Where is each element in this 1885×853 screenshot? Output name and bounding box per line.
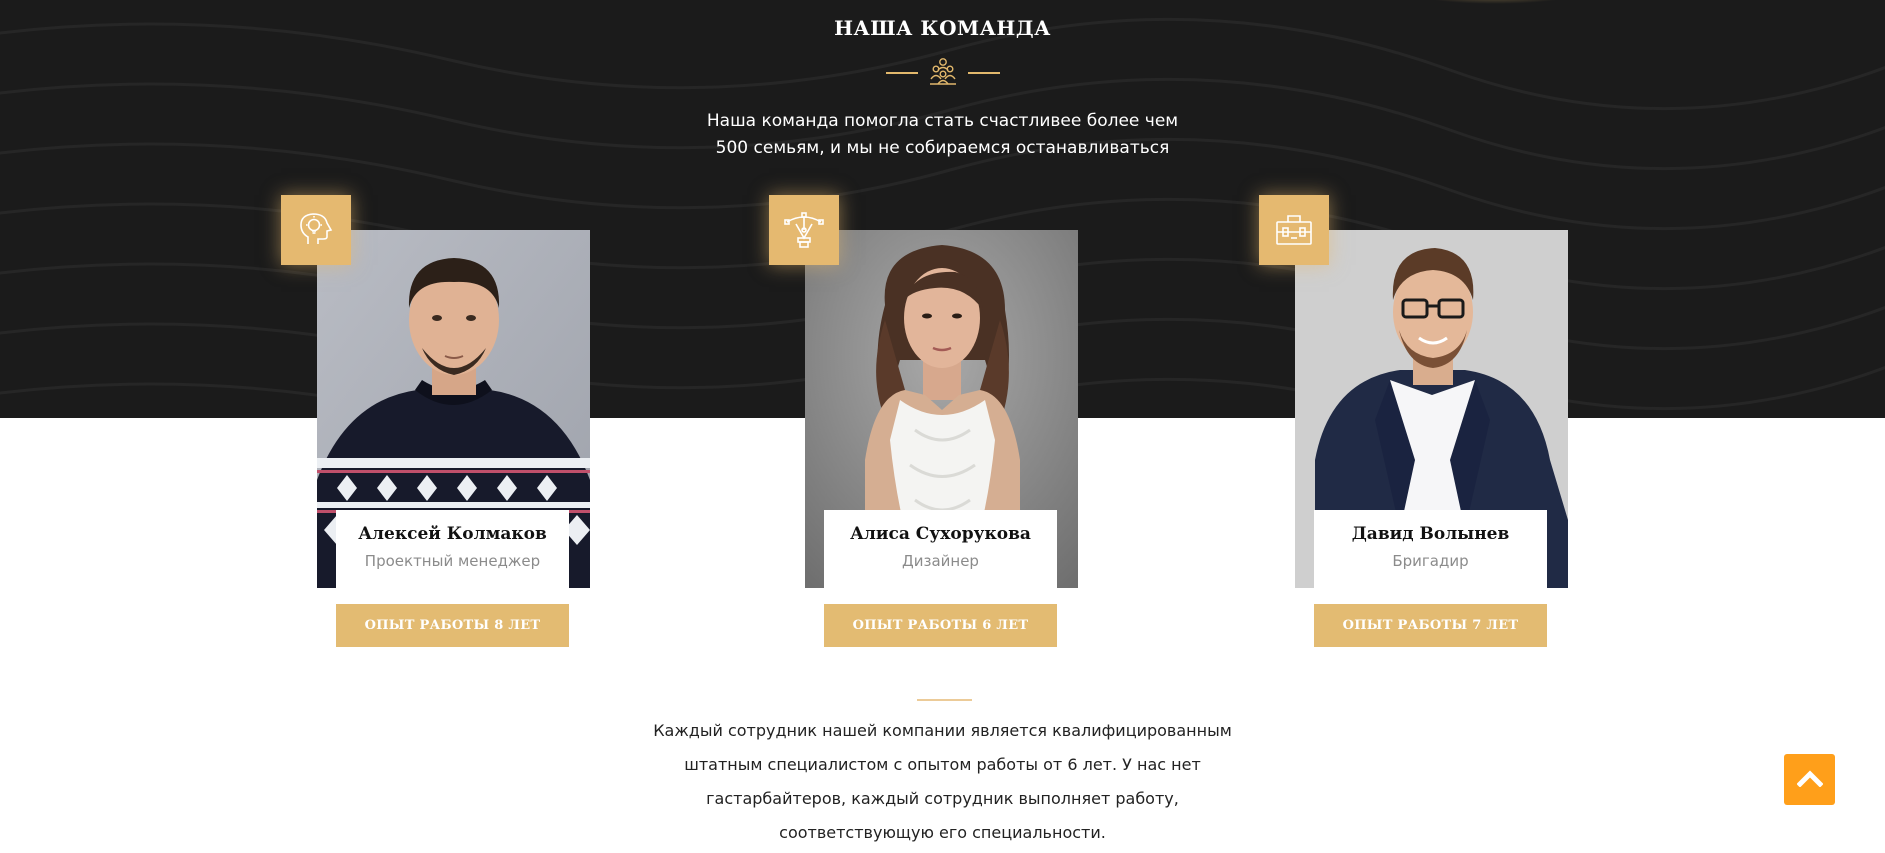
team-description: Каждый сотрудник нашей компании является…: [0, 714, 1885, 850]
member-role: Бригадир: [1392, 552, 1469, 570]
experience-button[interactable]: ОПЫТ РАБОТЫ 6 ЛЕТ: [824, 604, 1057, 647]
team-card-alisa: Алиса Сухорукова Дизайнер ОПЫТ РАБОТЫ 6 …: [769, 195, 1078, 647]
divider-line-right: [967, 72, 1000, 74]
description-line: гастарбайтеров, каждый сотрудник выполня…: [706, 789, 1179, 808]
subtitle-line: Наша команда помогла стать счастливее бо…: [706, 111, 1179, 131]
team-group-icon: [928, 56, 958, 90]
section-title: НАША КОМАНДА: [834, 16, 1051, 40]
member-name: Алексей Колмаков: [358, 524, 547, 544]
team-card-aleksey: Алексей Колмаков Проектный менеджер ОПЫТ…: [281, 195, 590, 647]
member-role: Дизайнер: [902, 552, 979, 570]
top-glow-decoration: [1410, 0, 1580, 4]
toolbox-icon: [1259, 195, 1329, 265]
member-info-box: Алиса Сухорукова Дизайнер: [824, 510, 1057, 588]
team-card-david: Давид Волынев Бригадир ОПЫТ РАБОТЫ 7 ЛЕТ: [1259, 195, 1568, 647]
title-divider: [0, 56, 1885, 90]
member-name: Давид Волынев: [1351, 524, 1510, 544]
divider-line-left: [885, 72, 918, 74]
scroll-to-top-button[interactable]: [1784, 754, 1835, 805]
member-info-box: Алексей Колмаков Проектный менеджер: [336, 510, 569, 588]
member-info-box: Давид Волынев Бригадир: [1314, 510, 1547, 588]
experience-button[interactable]: ОПЫТ РАБОТЫ 8 ЛЕТ: [336, 604, 569, 647]
section-subtitle: Наша команда помогла стать счастливее бо…: [0, 108, 1885, 162]
description-line: штатным специалистом с опытом работы от …: [684, 755, 1201, 774]
pen-tool-icon: [769, 195, 839, 265]
subtitle-line: 500 семьям, и мы не собираемся останавли…: [715, 138, 1170, 158]
chevron-up-icon: [1795, 769, 1824, 790]
description-line: Каждый сотрудник нашей компании является…: [653, 721, 1232, 740]
description-line: соответствующую его специальности.: [779, 823, 1106, 842]
bottom-divider: [917, 699, 972, 701]
member-name: Алиса Сухорукова: [850, 524, 1031, 544]
head-lightbulb-icon: [281, 195, 351, 265]
experience-button[interactable]: ОПЫТ РАБОТЫ 7 ЛЕТ: [1314, 604, 1547, 647]
member-role: Проектный менеджер: [364, 552, 541, 570]
